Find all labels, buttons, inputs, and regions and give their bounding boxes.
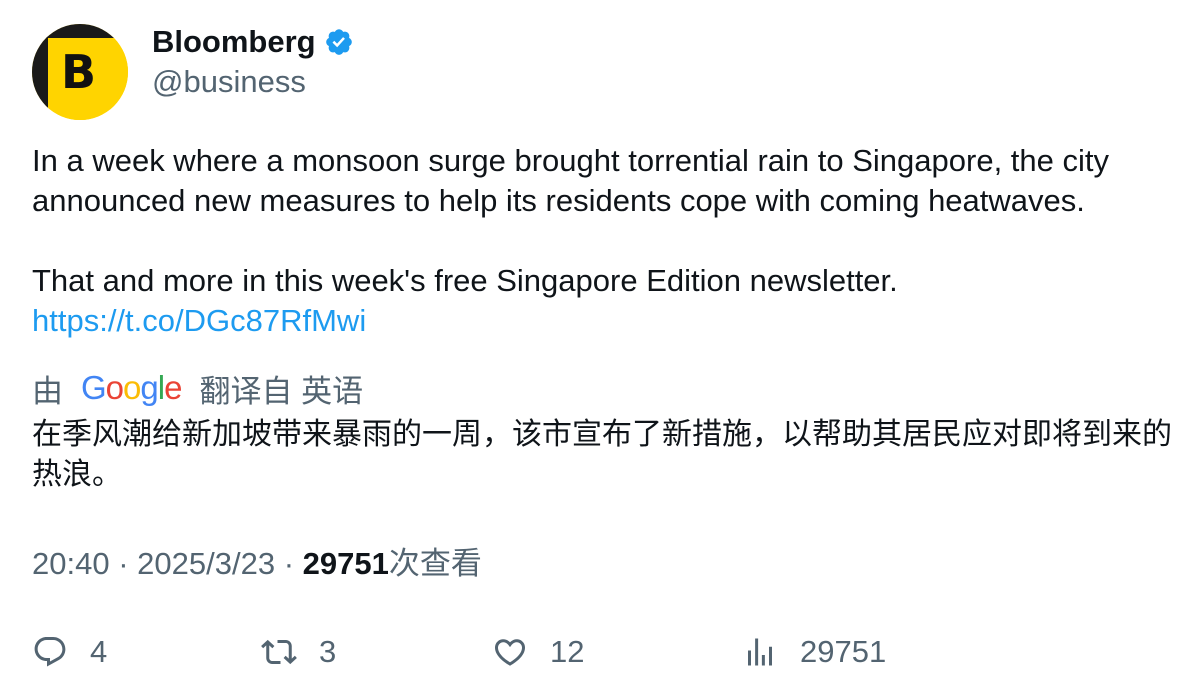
author-handle[interactable]: @business <box>152 62 306 102</box>
meta-separator-2: · <box>283 546 295 581</box>
translation-attribution: 由 Google 翻译自 英语 <box>32 366 363 410</box>
tweet-date[interactable]: 2025/3/23 <box>137 546 275 581</box>
retweet-icon <box>261 639 297 665</box>
translated-text: 在季风潮给新加坡带来暴雨的一周，该市宣布了新措施，以帮助其居民应对即将到来的热浪… <box>32 417 1172 492</box>
tweet-metadata: 20:40 · 2025/3/23 · 29751次查看 <box>32 544 482 584</box>
tweet-paragraph-1: In a week where a monsoon surge brought … <box>32 143 1110 218</box>
action-bar: 4 3 12 29751 <box>0 630 1196 674</box>
translation-prefix: 由 <box>32 373 63 409</box>
views-button[interactable]: 29751 <box>742 630 886 674</box>
tweet-text: In a week where a monsoon surge brought … <box>32 141 1172 341</box>
reply-icon <box>34 637 66 667</box>
views-action-count: 29751 <box>800 634 887 669</box>
retweet-count: 3 <box>319 634 337 669</box>
avatar[interactable]: B <box>32 24 128 120</box>
views-label: 次查看 <box>388 546 482 581</box>
analytics-icon <box>748 638 772 666</box>
avatar-shade-side <box>32 24 48 120</box>
author-name-row: Bloomberg <box>152 22 354 62</box>
tweet-paragraph-2: That and more in this week's free Singap… <box>32 263 898 298</box>
like-count: 12 <box>550 634 585 669</box>
avatar-logo-letter: B <box>61 45 97 99</box>
retweet-button[interactable]: 3 <box>261 630 336 674</box>
views-count: 29751 <box>302 546 389 581</box>
translation-suffix: 翻译自 英语 <box>199 373 364 409</box>
tweet-link[interactable]: https://t.co/DGc87RfMwi <box>32 303 366 338</box>
meta-separator: · <box>118 546 129 581</box>
reply-button[interactable]: 4 <box>32 630 107 674</box>
like-button[interactable]: 12 <box>492 630 584 674</box>
google-logo[interactable]: Google <box>81 369 182 407</box>
heart-icon <box>494 639 526 666</box>
verified-badge-icon <box>325 29 352 55</box>
tweet-time[interactable]: 20:40 <box>32 546 110 581</box>
reply-count: 4 <box>90 634 108 669</box>
author-display-name[interactable]: Bloomberg <box>152 24 316 60</box>
